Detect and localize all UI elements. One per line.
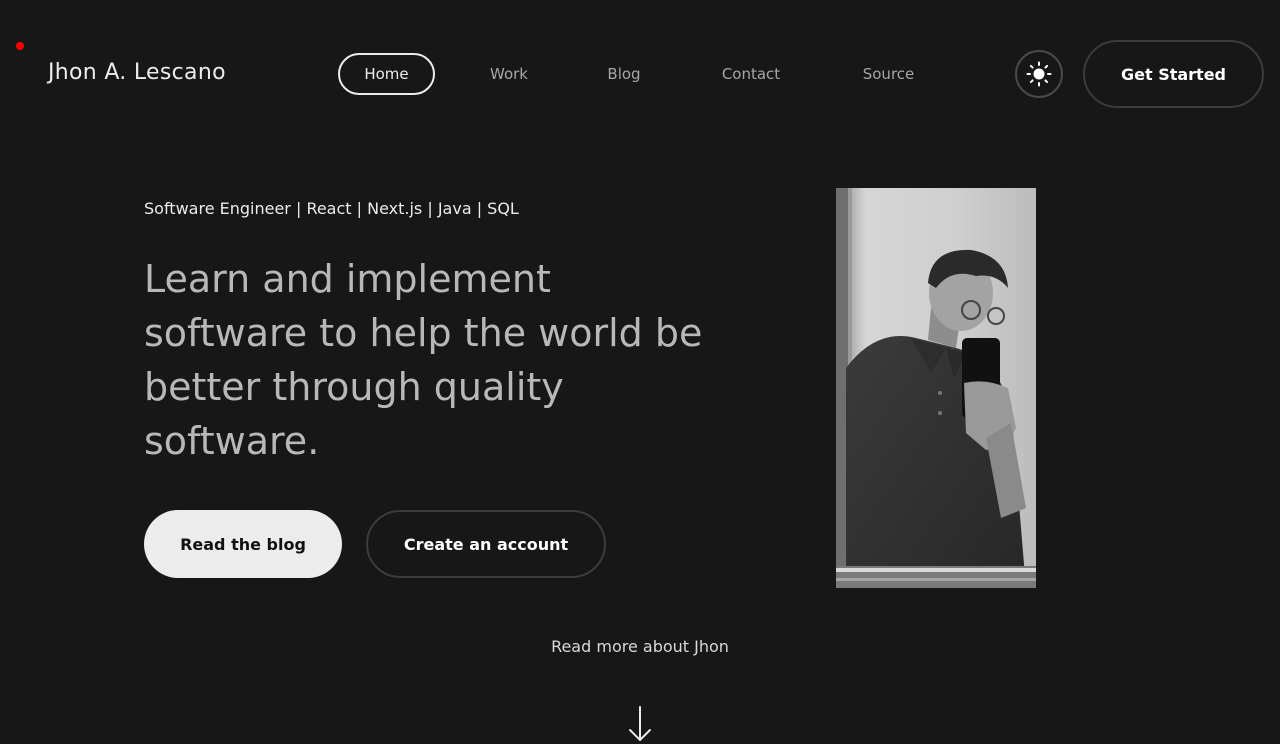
nav-item-blog[interactable]: Blog xyxy=(592,53,656,95)
sun-icon xyxy=(1026,61,1052,87)
nav-item-source[interactable]: Source xyxy=(855,53,922,95)
theme-toggle-button[interactable] xyxy=(1015,50,1063,98)
portrait-illustration xyxy=(836,188,1036,588)
read-blog-button[interactable]: Read the blog xyxy=(144,510,342,578)
site-logo[interactable]: Jhon A. Lescano xyxy=(48,58,226,88)
read-more-link[interactable]: Read more about Jhon xyxy=(551,637,729,656)
nav-item-home[interactable]: Home xyxy=(338,53,435,95)
nav-item-contact[interactable]: Contact xyxy=(710,53,792,95)
arrow-down-icon[interactable] xyxy=(626,704,654,744)
hero-headline: Learn and implement software to help the… xyxy=(144,257,703,463)
portrait-photo xyxy=(836,188,1036,588)
get-started-button[interactable]: Get Started xyxy=(1083,40,1264,108)
read-more-section: Read more about Jhon xyxy=(0,635,1280,659)
hero-subtitle: Software Engineer | React | Next.js | Ja… xyxy=(144,199,519,218)
create-account-button[interactable]: Create an account xyxy=(366,510,606,578)
nav-item-work[interactable]: Work xyxy=(475,53,543,95)
accent-dot xyxy=(16,42,24,50)
